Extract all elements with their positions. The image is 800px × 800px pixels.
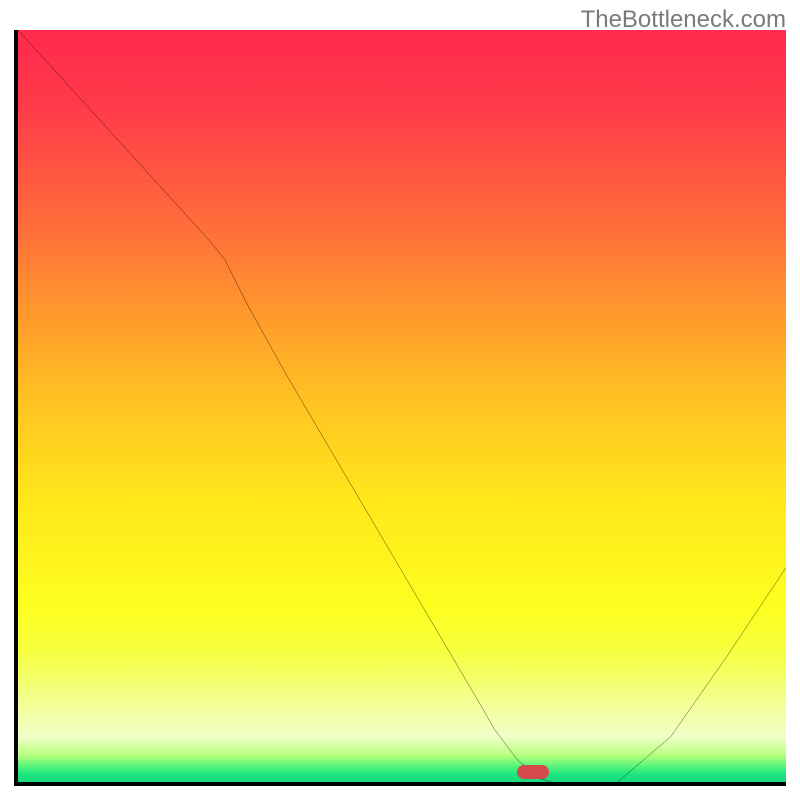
optimum-marker (517, 765, 549, 779)
plot-area (14, 30, 786, 786)
chart-frame: TheBottleneck.com (0, 0, 800, 800)
bottleneck-curve (18, 30, 786, 786)
